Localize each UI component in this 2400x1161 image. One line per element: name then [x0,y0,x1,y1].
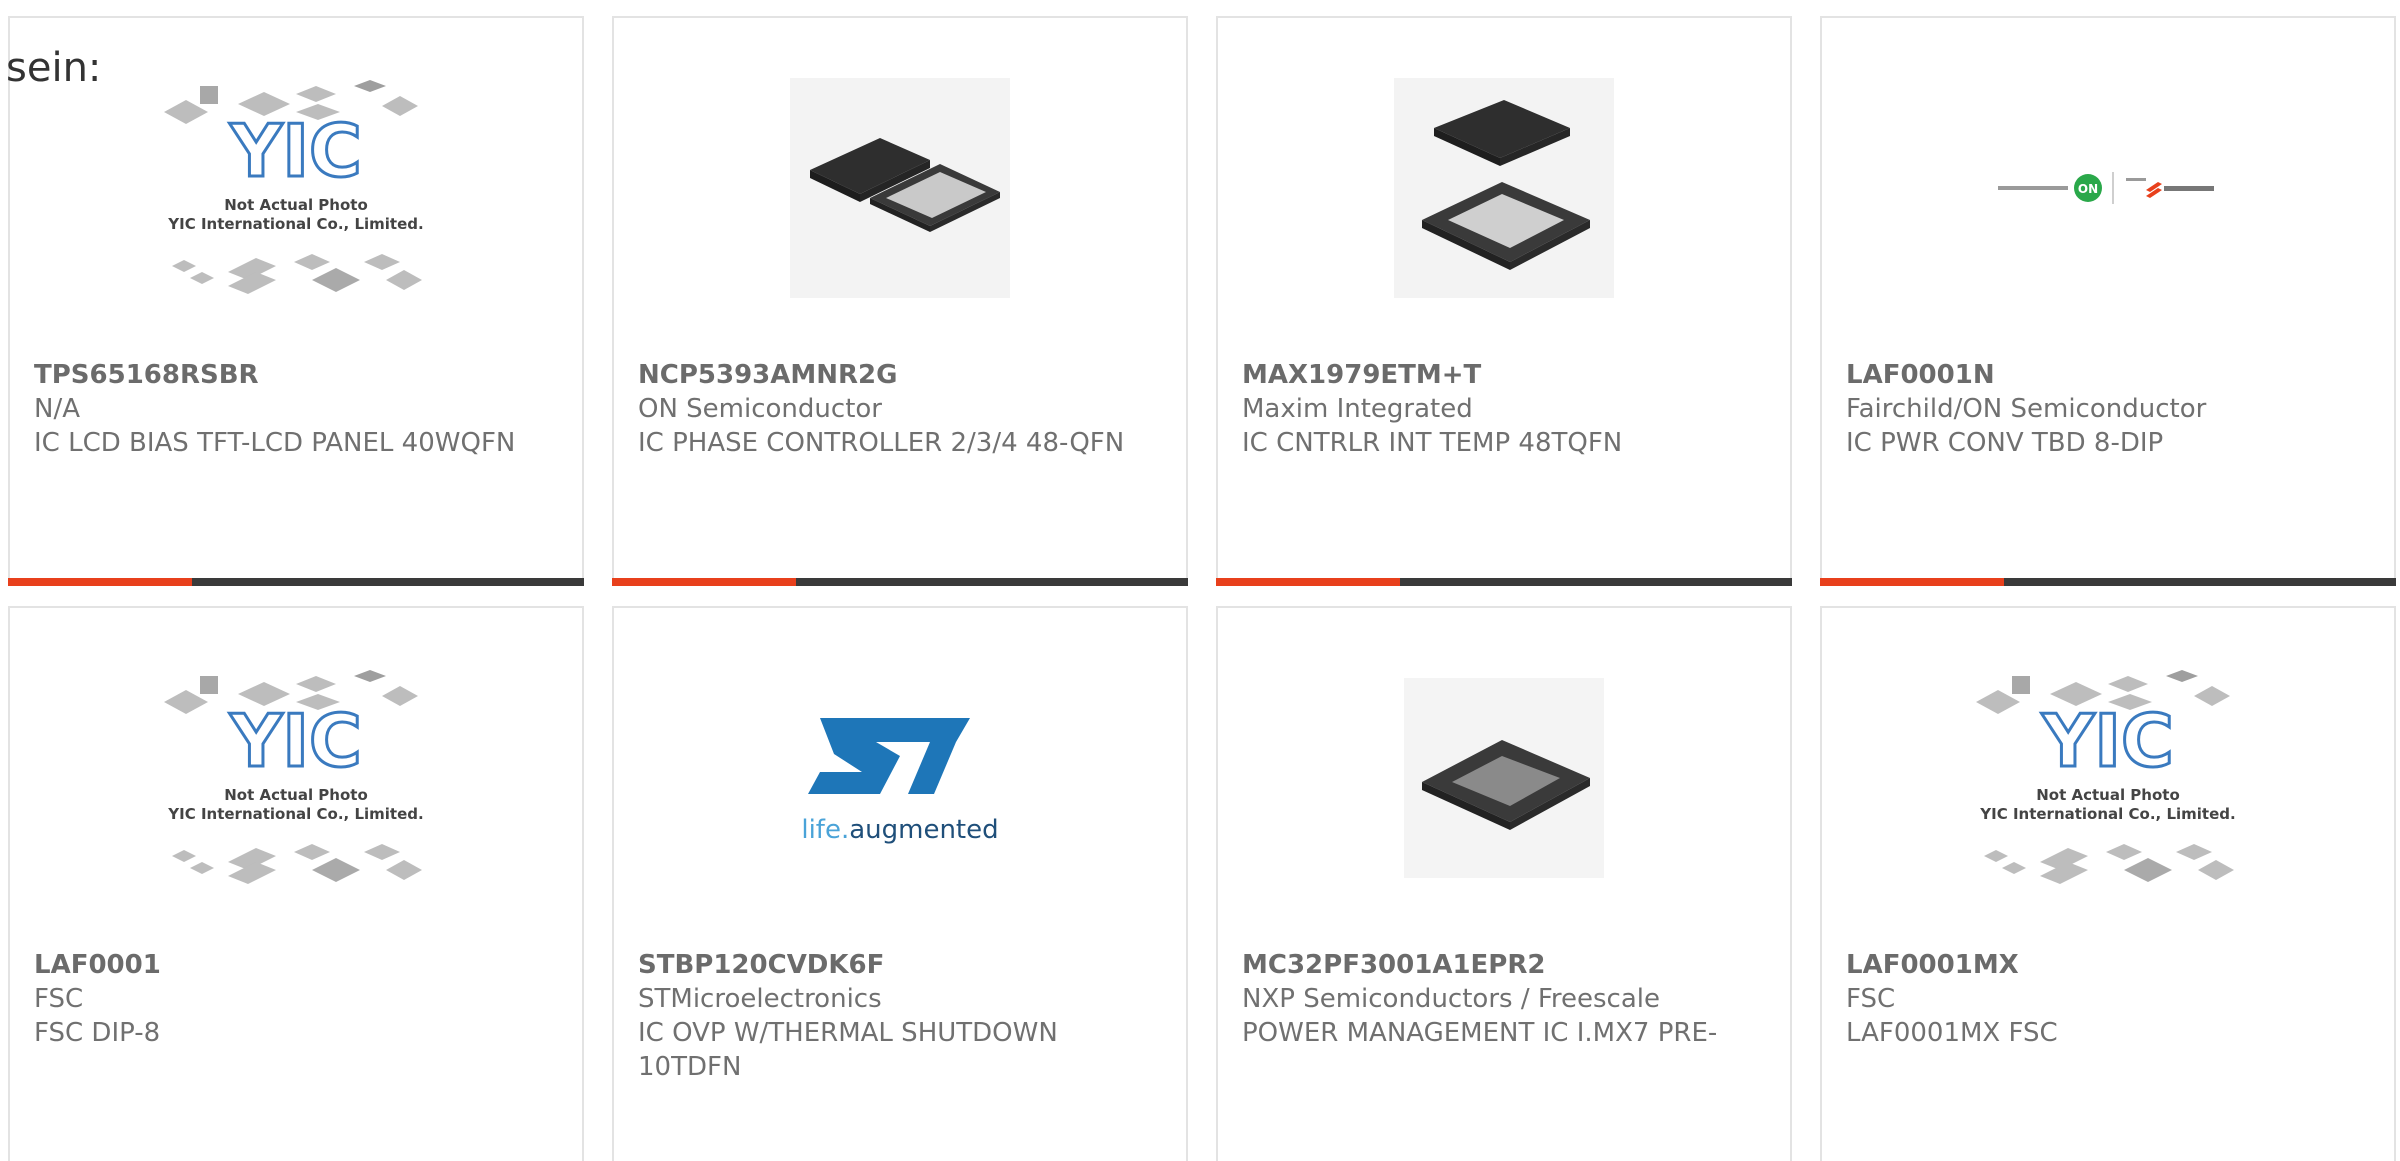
part-number[interactable]: MAX1979ETM+T [1242,358,1772,392]
part-number[interactable]: LAF0001 [34,948,564,982]
product-info: LAF0001N Fairchild/ON Semiconductor IC P… [1846,358,2376,460]
description: IC PHASE CONTROLLER 2/3/4 48-QFN [638,428,1125,458]
part-number[interactable]: TPS65168RSBR [34,358,564,392]
manufacturer: FSC [1846,984,1896,1014]
manufacturer: FSC [34,984,84,1014]
lead-text: sein: [6,45,102,91]
card-accent-bar [612,578,1188,586]
description: IC CNTRLR INT TEMP 48TQFN [1242,428,1623,458]
product-card[interactable]: ON LAF0001N Fairchild/ON Semiconductor I… [1820,16,2396,586]
svg-text:ON: ON [2078,182,2098,196]
manufacturer: Maxim Integrated [1242,394,1473,424]
product-card[interactable]: life.augmented STBP120CVDK6F STMicroelec… [612,606,1188,1161]
product-image[interactable]: ON [1822,18,2394,358]
onsemi-fairchild-logo: ON [1998,172,2214,204]
yic-placeholder-image: YIC Not Actual Photo YIC International C… [164,670,424,884]
card-accent-bar [8,578,584,586]
svg-text:YIC: YIC [2041,699,2174,783]
product-info: LAF0001MX FSC LAF0001MX FSC [1846,948,2376,1050]
yic-placeholder-image: YIC Not Actual Photo YIC International C… [164,80,424,294]
description: IC LCD BIAS TFT-LCD PANEL 40WQFN [34,428,516,458]
product-card[interactable]: YIC Not Actual Photo YIC International C… [1820,606,2396,1161]
product-card[interactable]: YIC Not Actual Photo YIC International C… [8,606,584,1161]
svg-text:life.augmented: life.augmented [801,815,998,845]
card-accent-bar [1216,578,1792,586]
svg-text:YIC: YIC [229,109,362,193]
svg-text:Not Actual Photo: Not Actual Photo [2036,786,2180,804]
svg-text:YIC International Co., Limited: YIC International Co., Limited. [167,215,423,233]
product-image[interactable]: YIC Not Actual Photo YIC International C… [1822,608,2394,948]
st-logo: life.augmented [801,718,999,845]
svg-text:Not Actual Photo: Not Actual Photo [224,786,368,804]
product-image[interactable] [614,18,1186,358]
svg-text:YIC International Co., Limited: YIC International Co., Limited. [167,805,423,823]
product-grid: YIC Not Actual Photo YIC International C… [0,0,2400,1161]
product-info: STBP120CVDK6F STMicroelectronics IC OVP … [638,948,1168,1084]
product-info: MAX1979ETM+T Maxim Integrated IC CNTRLR … [1242,358,1772,460]
product-card[interactable]: NCP5393AMNR2G ON Semiconductor IC PHASE … [612,16,1188,586]
svg-text:Not Actual Photo: Not Actual Photo [224,196,368,214]
description: IC PWR CONV TBD 8-DIP [1846,428,2164,458]
qfn-chip-stack-image [1394,78,1614,298]
description: POWER MANAGEMENT IC I.MX7 PRE- [1242,1018,1718,1048]
card-accent-bar [1820,578,2396,586]
qfn-chip-pair-image [790,78,1010,298]
product-image[interactable] [1218,18,1790,358]
part-number[interactable]: MC32PF3001A1EPR2 [1242,948,1772,982]
svg-text:YIC International Co., Limited: YIC International Co., Limited. [1979,805,2235,823]
svg-text:YIC: YIC [229,699,362,783]
qfn-chip-single-image [1404,678,1604,878]
manufacturer: N/A [34,394,80,424]
manufacturer: Fairchild/ON Semiconductor [1846,394,2207,424]
product-info: MC32PF3001A1EPR2 NXP Semiconductors / Fr… [1242,948,1772,1050]
product-card[interactable]: MAX1979ETM+T Maxim Integrated IC CNTRLR … [1216,16,1792,586]
manufacturer: ON Semiconductor [638,394,882,424]
part-number[interactable]: LAF0001N [1846,358,2376,392]
part-number[interactable]: STBP120CVDK6F [638,948,1168,982]
description: LAF0001MX FSC [1846,1018,2058,1048]
part-number[interactable]: LAF0001MX [1846,948,2376,982]
product-card[interactable]: MC32PF3001A1EPR2 NXP Semiconductors / Fr… [1216,606,1792,1161]
manufacturer: STMicroelectronics [638,984,882,1014]
product-info: LAF0001 FSC FSC DIP-8 [34,948,564,1050]
product-image[interactable]: YIC Not Actual Photo YIC International C… [10,608,582,948]
description: IC OVP W/THERMAL SHUTDOWN 10TDFN [638,1018,1058,1082]
product-card[interactable]: YIC Not Actual Photo YIC International C… [8,16,584,586]
yic-placeholder-image: YIC Not Actual Photo YIC International C… [1976,670,2236,884]
product-image[interactable] [1218,608,1790,948]
product-image[interactable]: life.augmented [614,608,1186,948]
product-grid-page: sein: YIC Not Actual Photo YIC Internati… [0,0,2400,1161]
description: FSC DIP-8 [34,1018,161,1048]
product-info: NCP5393AMNR2G ON Semiconductor IC PHASE … [638,358,1168,460]
manufacturer: NXP Semiconductors / Freescale [1242,984,1661,1014]
part-number[interactable]: NCP5393AMNR2G [638,358,1168,392]
product-info: TPS65168RSBR N/A IC LCD BIAS TFT-LCD PAN… [34,358,564,460]
